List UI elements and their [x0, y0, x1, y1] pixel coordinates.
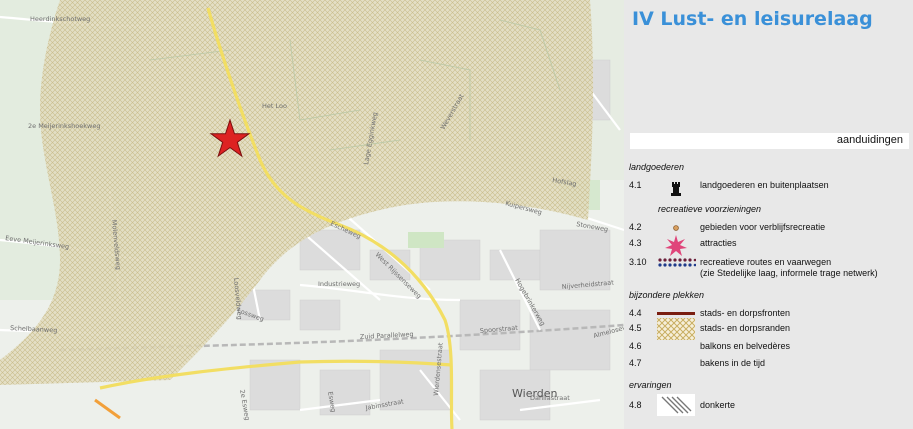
legend-code: 3.10 — [629, 257, 647, 267]
legend-code: 4.3 — [629, 238, 642, 248]
legend-label: donkerte — [700, 400, 736, 410]
legend-label-note: (zie Stedelijke laag, informele trage ne… — [700, 268, 878, 278]
legend-row-4-5: 4.5 stads- en dorpsranden — [624, 318, 913, 343]
park-area — [408, 232, 444, 248]
legend-label: attracties — [700, 238, 737, 248]
map-canvas[interactable]: Heerdinkschotweg2e MeijerinkshoekwegEeve… — [0, 0, 624, 429]
legend-code: 4.1 — [629, 180, 642, 190]
section-heading: recreatieve voorzieningen — [658, 204, 762, 214]
panel-title: IV Lust- en leisurelaag — [632, 8, 873, 30]
legend-label: gebieden voor verblijfsrecreatie — [700, 222, 826, 232]
legend-label: bakens in de tijd — [700, 358, 766, 368]
legend-code: 4.8 — [629, 400, 642, 410]
street-label: Heerdinkschotweg — [30, 15, 90, 23]
legend-row-4-6: 4.6 balkons en belvedères — [624, 341, 913, 357]
diagonal-hatch-icon — [656, 393, 696, 417]
map-view[interactable]: Heerdinkschotweg 2e Meijerinkshoekweg Eeve… — [0, 0, 624, 429]
legend-row-3-10: 3.10 recreatieve routes en vaarwegen (zi… — [624, 257, 913, 281]
legend-code: 4.2 — [629, 222, 642, 232]
dotted-route-icon — [656, 254, 697, 276]
legend-label: recreatieve routes en vaarwegen — [700, 257, 832, 267]
legend-row-4-1: 4.1 landgoederen en buitenplaatsen — [624, 180, 913, 196]
crosshatch-icon — [656, 317, 696, 341]
legend-row-4-8: 4.8 donkerte — [624, 394, 913, 420]
section-heading: ervaringen — [629, 380, 672, 390]
legend-code: 4.7 — [629, 358, 642, 368]
legend-code: 4.5 — [629, 323, 642, 333]
legend-code: 4.6 — [629, 341, 642, 351]
aanduidingen-label: aanduidingen — [836, 134, 903, 146]
legend-label: stads- en dorpsfronten — [700, 308, 791, 318]
legend-code: 4.4 — [629, 308, 642, 318]
section-heading: landgoederen — [629, 162, 685, 172]
place-label: Wierden — [512, 387, 558, 400]
section-heading: bijzondere plekken — [629, 290, 705, 300]
screen: Heerdinkschotweg 2e Meijerinkshoekweg Eeve… — [0, 0, 913, 429]
legend-label: landgoederen en buitenplaatsen — [700, 180, 829, 190]
legend-row-4-7: 4.7 bakens in de tijd — [624, 358, 913, 374]
rook-icon — [656, 177, 696, 199]
legend-row-4-3: 4.3 attracties — [624, 235, 913, 256]
street-label: Het Loo — [262, 102, 287, 110]
legend-panel: IV Lust- en leisurelaag aanduidingen lan… — [624, 0, 913, 429]
legend-label: stads- en dorpsranden — [700, 323, 791, 333]
street-label: 2e Meijerinkshoekweg — [28, 122, 100, 130]
street-label: Industrieweg — [318, 280, 360, 288]
aanduidingen-header: aanduidingen — [630, 133, 909, 149]
legend-label: balkons en belvedères — [700, 341, 791, 351]
